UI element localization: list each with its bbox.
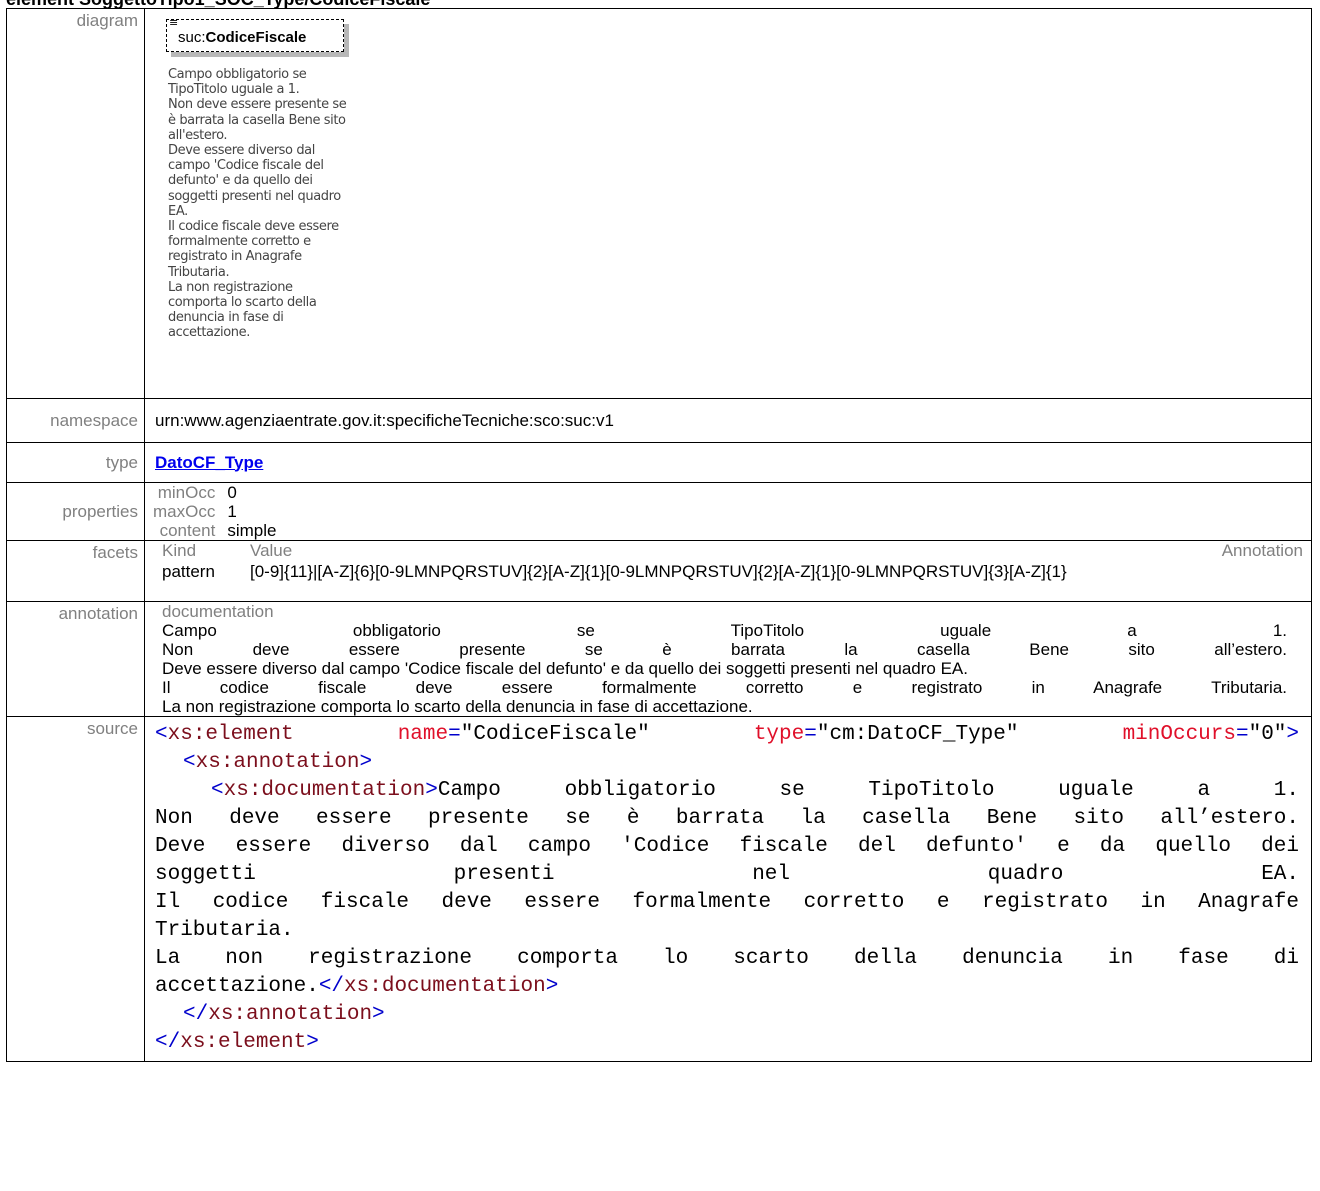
namespace-value: urn:www.agenziaentrate.gov.it:specifiche… — [144, 398, 1312, 443]
diagram-note-line: Deve essere diverso dal — [168, 143, 315, 159]
diagram-note-line: TipoTitolo uguale a 1. — [168, 82, 300, 98]
diagram-note-line: Campo obbligatorio se — [168, 67, 307, 82]
annotation-line: Il codice fiscale deve essere formalment… — [162, 678, 1287, 697]
diagram-note-line: EA. — [168, 203, 188, 219]
content-value: simple — [227, 521, 277, 540]
facets-table: Kind Value Annotation pattern [0-9]{11}|… — [145, 541, 1311, 601]
source-label: source — [6, 716, 145, 1062]
diagram-note-line: comporta lo scarto della — [168, 295, 317, 311]
diagram-note-line: defunto' e da quello dei — [168, 173, 313, 189]
diagram-note: Campo obbligatorio se TipoTitolo uguale … — [168, 67, 378, 341]
list-icon: ≡ — [169, 16, 179, 29]
source-line-element-open: <xs:element name="CodiceFiscale" type="c… — [155, 723, 1300, 746]
diagram-note-line: è barrata la casella Bene sito — [168, 112, 346, 128]
annotation-block: documentation Campo obbligatorio se Tipo… — [145, 602, 1311, 716]
diagram-note-line: La non registrazione — [168, 279, 293, 295]
diagram-note-line: all'estero. — [168, 127, 228, 143]
type-label: type — [6, 442, 145, 483]
element-node-label: suc:CodiceFiscale — [178, 29, 307, 46]
diagram-row: diagram ≡ suc:CodiceFiscale Campo obblig… — [6, 8, 1312, 399]
facet-kind: pattern — [162, 562, 215, 581]
diagram-note-line: Il codice fiscale deve essere — [168, 219, 339, 235]
source-line: Non deve essere presente se è barrata la… — [155, 807, 1299, 830]
properties-label: properties — [6, 482, 145, 541]
source-line-documentation-close: accettazione.</xs:documentation> — [155, 975, 559, 998]
annotation-line: Deve essere diverso dal campo 'Codice fi… — [162, 659, 968, 678]
diagram-note-line: formalmente corretto e — [168, 234, 311, 250]
source-code: <xs:element name="CodiceFiscale" type="c… — [155, 717, 1311, 1061]
diagram-note-line: accettazione. — [168, 325, 250, 341]
facets-annotation-header: Annotation — [1221, 541, 1303, 560]
source-line: La non registrazione comporta lo scarto … — [155, 947, 1299, 970]
min-occ-label: minOcc — [157, 483, 216, 502]
source-line: soggetti presenti nel quadro EA. — [155, 863, 1299, 886]
source-line-element-close: </xs:element> — [155, 1031, 319, 1054]
namespace-row: namespace urn:www.agenziaentrate.gov.it:… — [6, 398, 1312, 443]
type-link[interactable]: DatoCF_Type — [155, 453, 263, 472]
source-line: Deve essere diverso dal campo 'Codice fi… — [155, 835, 1299, 858]
facets-row: facets Kind Value Annotation pattern [0-… — [6, 540, 1312, 602]
max-occ-value: 1 — [227, 502, 237, 521]
source-line: Tributaria. — [155, 919, 294, 942]
namespace-label: namespace — [6, 398, 145, 443]
documentation-header: documentation — [162, 602, 274, 621]
source-line-annotation-close: </xs:annotation> — [183, 1003, 385, 1026]
annotation-line: Non deve essere presente se è barrata la… — [162, 640, 1287, 659]
facets-value-header: Value — [250, 541, 293, 560]
diagram-note-line: Tributaria. — [168, 264, 230, 280]
min-occ-value: 0 — [227, 483, 237, 502]
annotation-label: annotation — [6, 601, 145, 717]
diagram-note-line: soggetti presenti nel quadro — [168, 188, 341, 204]
facets-label: facets — [6, 540, 145, 602]
source-line: Il codice fiscale deve essere formalment… — [155, 891, 1299, 914]
diagram-cell: ≡ suc:CodiceFiscale Campo obbligatorio s… — [144, 8, 1312, 399]
facet-value: [0-9]{11}|[A-Z]{6}[0-9LMNPQRSTUV]{2}[A-Z… — [250, 562, 1067, 581]
source-row: source <xs:element name="CodiceFiscale" … — [6, 716, 1312, 1062]
content-label: content — [159, 521, 216, 540]
annotation-line: La non registrazione comporta lo scarto … — [162, 697, 753, 716]
diagram-label: diagram — [6, 8, 145, 399]
source-line-annotation-open: <xs:annotation> — [183, 751, 373, 774]
max-occ-label: maxOcc — [153, 502, 216, 521]
type-row: type DatoCF_Type — [6, 442, 1312, 483]
source-line-documentation: <xs:documentation>Campo obbligatorio se … — [211, 779, 1299, 802]
properties-table: minOcc 0 maxOcc 1 content simple — [153, 483, 276, 540]
diagram-note-line: denuncia in fase di — [168, 310, 284, 326]
element-node: ≡ suc:CodiceFiscale — [166, 16, 344, 52]
diagram: ≡ suc:CodiceFiscale Campo obbligatorio s… — [145, 9, 1311, 398]
annotation-line: Campo obbligatorio se TipoTitolo uguale … — [162, 621, 1287, 640]
annotation-row: annotation documentation Campo obbligato… — [6, 601, 1312, 717]
element-doc-table: diagram ≡ suc:CodiceFiscale Campo obblig… — [6, 8, 1312, 1062]
diagram-note-line: registrato in Anagrafe — [168, 249, 302, 265]
diagram-note-line: Non deve essere presente se — [168, 97, 347, 113]
diagram-note-line: campo 'Codice fiscale del — [168, 158, 324, 174]
facets-kind-header: Kind — [162, 541, 197, 560]
properties-row: properties minOcc 0 maxOcc 1 content sim… — [6, 482, 1312, 541]
